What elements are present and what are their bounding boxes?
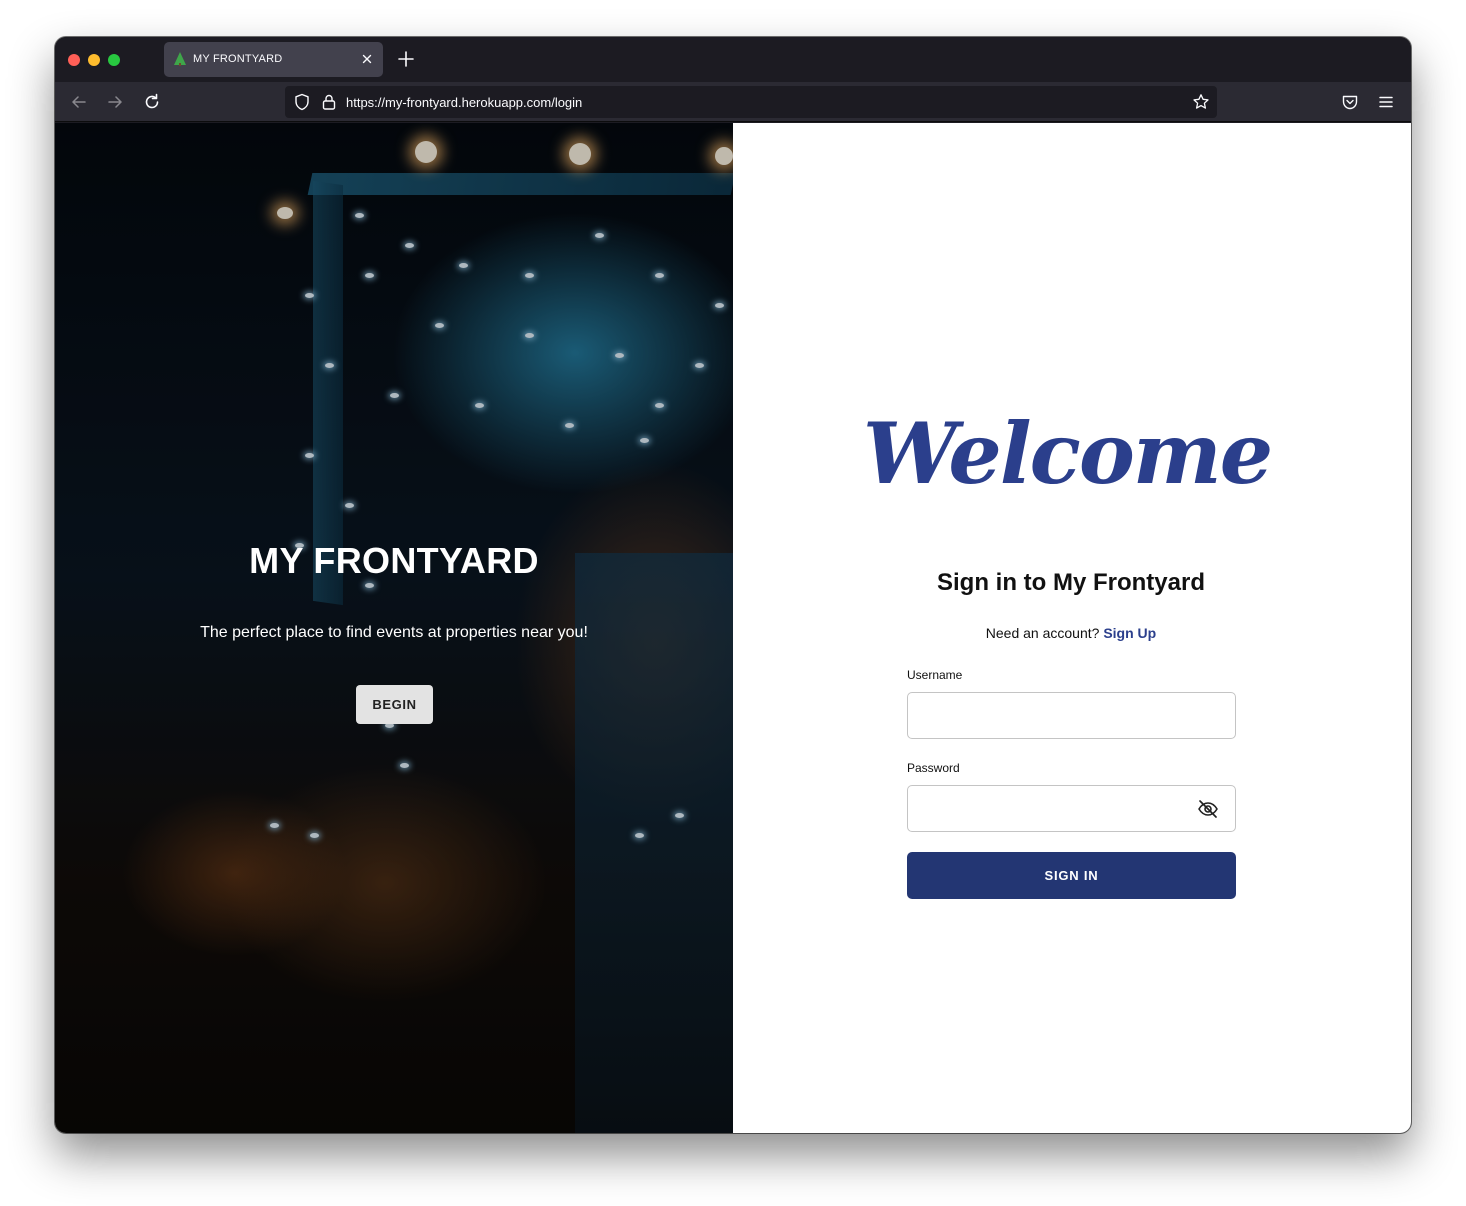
username-label: Username — [907, 668, 963, 682]
page-content: MY FRONTYARD The perfect place to find e… — [55, 123, 1411, 1133]
url-text[interactable]: https://my-frontyard.herokuapp.com/login — [346, 95, 582, 110]
navigation-bar: https://my-frontyard.herokuapp.com/login — [55, 82, 1411, 122]
reload-icon[interactable] — [142, 92, 162, 112]
signin-button[interactable]: SIGN IN — [907, 852, 1236, 899]
lock-icon[interactable] — [320, 93, 338, 111]
signup-link[interactable]: Sign Up — [1103, 625, 1156, 641]
close-icon[interactable] — [359, 51, 375, 67]
address-bar[interactable]: https://my-frontyard.herokuapp.com/login — [285, 86, 1217, 118]
plus-icon[interactable] — [396, 49, 416, 69]
password-input[interactable] — [907, 785, 1236, 832]
window-maximize-button[interactable] — [108, 54, 120, 66]
window-close-button[interactable] — [68, 54, 80, 66]
begin-button[interactable]: BEGIN — [356, 685, 433, 724]
window-minimize-button[interactable] — [88, 54, 100, 66]
hero-subtitle: The perfect place to find events at prop… — [200, 624, 588, 641]
username-input[interactable] — [907, 692, 1236, 739]
star-icon[interactable] — [1192, 93, 1210, 111]
eye-slash-icon[interactable] — [1197, 799, 1219, 819]
back-arrow-icon[interactable] — [69, 92, 89, 112]
forward-arrow-icon[interactable] — [105, 92, 125, 112]
browser-window: MY FRONTYARD https://my-frontyard.heroku… — [55, 37, 1411, 1133]
need-account-text: Need an account? Sign Up — [787, 625, 1355, 641]
password-label: Password — [907, 761, 960, 775]
hamburger-menu-icon[interactable] — [1377, 93, 1395, 111]
shield-icon[interactable] — [293, 93, 311, 111]
pocket-icon[interactable] — [1341, 93, 1359, 111]
welcome-heading: Welcome — [862, 404, 1273, 503]
need-account-label: Need an account? — [985, 625, 1100, 641]
hero-title: MY FRONTYARD — [249, 540, 539, 581]
signin-title: Sign in to My Frontyard — [937, 569, 1205, 596]
tab-title: MY FRONTYARD — [193, 53, 283, 65]
hero-panel: MY FRONTYARD The perfect place to find e… — [55, 123, 733, 1133]
tab-strip: MY FRONTYARD — [55, 37, 1411, 82]
tree-icon — [173, 52, 187, 66]
tab-my-frontyard[interactable]: MY FRONTYARD — [164, 42, 383, 77]
